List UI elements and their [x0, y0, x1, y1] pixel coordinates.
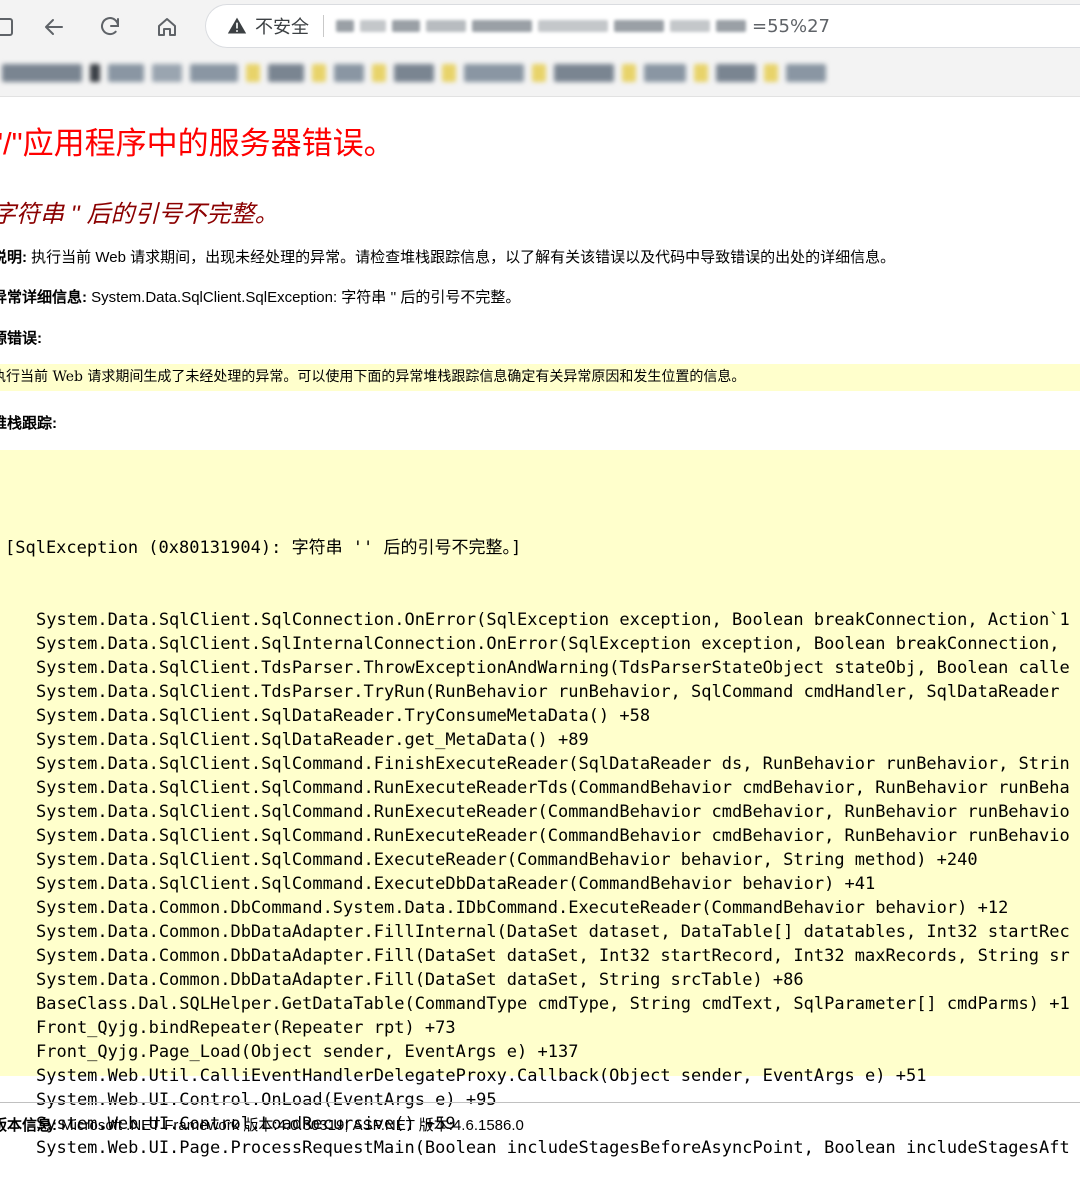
- version-label: 版本信息:: [0, 1117, 57, 1134]
- reload-icon: [101, 17, 119, 36]
- stack-trace-line: System.Data.SqlClient.SqlConnection.OnEr…: [36, 610, 1070, 630]
- stack-trace-line: System.Data.SqlClient.SqlDataReader.TryC…: [36, 706, 651, 726]
- home-button[interactable]: [150, 10, 184, 44]
- not-secure-warning-icon[interactable]: [227, 16, 247, 36]
- description-line: 说明: 执行当前 Web 请求期间，出现未经处理的异常。请检查堆栈跟踪信息，以了…: [0, 246, 895, 267]
- stack-trace-line: System.Data.SqlClient.SqlInternalConnect…: [36, 634, 1060, 654]
- bookmarks-bar[interactable]: [0, 58, 1080, 88]
- url-visible-tail: =55%27: [752, 15, 830, 37]
- reload-button[interactable]: [93, 10, 127, 44]
- stack-trace-line: System.Data.SqlClient.SqlCommand.RunExec…: [36, 826, 1070, 846]
- stack-trace-box: [SqlException (0x80131904): 字符串 '' 后的引号不…: [0, 450, 1080, 1158]
- stack-trace-line: System.Data.SqlClient.TdsParser.TryRun(R…: [36, 682, 1060, 702]
- stack-trace-line: System.Data.Common.DbDataAdapter.FillInt…: [36, 922, 1070, 942]
- stack-trace-text: [SqlException (0x80131904): 字符串 '' 后的引号不…: [5, 488, 1070, 1160]
- stack-trace-line: System.Data.Common.DbDataAdapter.Fill(Da…: [36, 970, 804, 990]
- stack-trace-header: [SqlException (0x80131904): 字符串 '' 后的引号不…: [5, 538, 522, 558]
- stack-trace-line: System.Data.SqlClient.SqlDataReader.get_…: [36, 730, 589, 750]
- stack-trace-line: System.Web.Util.CalliEventHandlerDelegat…: [36, 1066, 927, 1086]
- not-secure-label: 不安全: [255, 17, 309, 37]
- version-line: 版本信息: Microsoft .NET Framework 版本:4.0.30…: [0, 1114, 524, 1135]
- address-bar[interactable]: 不安全 =55%27: [205, 4, 1080, 48]
- stack-trace-line: BaseClass.Dal.SQLHelper.GetDataTable(Com…: [36, 994, 1070, 1014]
- stack-trace-line: Front_Qyjg.Page_Load(Object sender, Even…: [36, 1042, 579, 1062]
- stack-trace-line: System.Web.UI.Control.OnLoad(EventArgs e…: [36, 1090, 497, 1110]
- stack-trace-line: System.Data.Common.DbCommand.System.Data…: [36, 898, 1009, 918]
- stack-trace-line: System.Web.UI.Page.ProcessRequestMain(Bo…: [36, 1138, 1070, 1158]
- stack-trace-line: System.Data.SqlClient.SqlCommand.RunExec…: [36, 802, 1070, 822]
- stack-trace-line: System.Data.SqlClient.SqlCommand.Execute…: [36, 850, 978, 870]
- stack-trace-label: 堆栈跟踪:: [0, 415, 57, 432]
- exception-label: 异常详细信息:: [0, 289, 87, 306]
- description-text: 执行当前 Web 请求期间，出现未经处理的异常。请检查堆栈跟踪信息，以了解有关该…: [27, 249, 896, 266]
- source-error-text: 执行当前 Web 请求期间生成了未经处理的异常。可以使用下面的异常堆栈跟踪信息确…: [0, 369, 746, 385]
- tab-icon[interactable]: [0, 10, 20, 44]
- back-button[interactable]: [37, 10, 71, 44]
- stack-trace-line: System.Data.SqlClient.SqlCommand.Execute…: [36, 874, 876, 894]
- address-divider: [323, 15, 324, 37]
- divider: [0, 1102, 1080, 1103]
- source-error-label: 源错误:: [0, 330, 42, 347]
- error-subtitle: 字符串 '' 后的引号不完整。: [0, 201, 279, 228]
- description-label: 说明:: [0, 249, 27, 266]
- stack-trace-line: System.Data.SqlClient.SqlCommand.FinishE…: [36, 754, 1070, 774]
- back-arrow-icon: [45, 19, 63, 35]
- stack-trace-heading: 堆栈跟踪:: [0, 412, 57, 433]
- source-error-box: 执行当前 Web 请求期间生成了未经处理的异常。可以使用下面的异常堆栈跟踪信息确…: [0, 364, 1080, 391]
- exception-line: 异常详细信息: System.Data.SqlClient.SqlExcepti…: [0, 286, 520, 307]
- stack-trace-line: Front_Qyjg.bindRepeater(Repeater rpt) +7…: [36, 1018, 456, 1038]
- stack-trace-line: System.Data.SqlClient.SqlCommand.RunExec…: [36, 778, 1070, 798]
- blurred-url: [336, 20, 746, 32]
- exception-text: System.Data.SqlClient.SqlException: 字符串 …: [87, 289, 521, 306]
- home-icon: [158, 18, 176, 36]
- source-error-heading: 源错误:: [0, 327, 42, 348]
- version-text: Microsoft .NET Framework 版本:4.0.30319; A…: [57, 1117, 524, 1134]
- stack-trace-line: System.Data.SqlClient.TdsParser.ThrowExc…: [36, 658, 1070, 678]
- stack-trace-line: System.Data.Common.DbDataAdapter.Fill(Da…: [36, 946, 1070, 966]
- browser-toolbar: 不安全 =55%27: [0, 0, 1080, 97]
- page-title: "/"应用程序中的服务器错误。: [0, 126, 395, 161]
